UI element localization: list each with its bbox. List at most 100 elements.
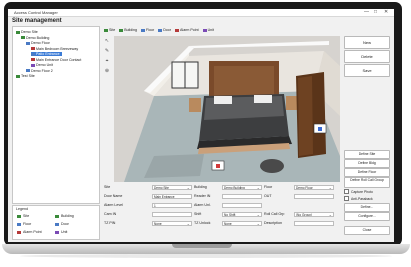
close-icon[interactable]: ✕ <box>384 9 388 15</box>
legend-item-label: Unit <box>61 230 68 234</box>
out-label: OUT <box>264 194 272 198</box>
window-titlebar: Access Control Manager — □ ✕ <box>8 9 394 17</box>
alarm-level-label: Alarm Level <box>104 203 123 207</box>
tz-pin-label: TZ PIN <box>104 221 116 225</box>
tree-item[interactable]: Demo Floor 2 <box>26 69 53 73</box>
tree-item-label: Test Site <box>21 74 35 78</box>
laptop-notch <box>172 244 232 248</box>
toolbar-item-icon <box>202 28 207 32</box>
legend-swatch-icon <box>17 230 21 234</box>
roll-call-select[interactable]: (No Group) <box>294 212 334 217</box>
shift-label: Shift <box>194 212 202 216</box>
define-roll-call-button[interactable]: Define Roll Call Group <box>344 177 390 188</box>
roll-call-label: Roll Call Grp <box>264 212 285 216</box>
alarm-level-input[interactable]: 1 <box>152 203 192 208</box>
out-input[interactable] <box>294 194 334 199</box>
tz-unlock-label: TZ Unlock <box>194 221 211 225</box>
tree-item-label: Main Bedroom Breezeway <box>36 46 79 51</box>
legend-item-label: Building <box>61 214 74 218</box>
tree-item-label: Demo Unit <box>36 63 53 67</box>
tree-node-icon <box>31 63 35 67</box>
tree-item[interactable]: Demo Site <box>16 30 38 34</box>
toolbar-item-label: Building <box>124 28 137 32</box>
toolbar-item-icon <box>175 28 179 32</box>
building-label: Building <box>194 185 207 189</box>
tree-item[interactable]: Demo Floor <box>26 41 50 45</box>
toolbar-button[interactable]: Door <box>158 28 171 32</box>
tree-node-icon <box>26 41 30 45</box>
door-properties-form: Site Demo Site Building Demo Building Fl… <box>102 185 340 239</box>
floor-select[interactable]: Demo Floor <box>294 185 334 190</box>
reader-in-input[interactable] <box>222 194 262 199</box>
cam-in-label: Cam IN <box>104 212 117 216</box>
edit-tool-icon[interactable]: ✎ <box>104 48 110 54</box>
window-title: Access Control Manager <box>14 10 58 15</box>
anti-passback-checkbox[interactable]: Anti-Passback <box>344 196 373 201</box>
tree-item[interactable]: Main Entrance Door Contact <box>31 58 81 62</box>
door-name-label: Door Name <box>104 194 123 198</box>
define-button[interactable]: Define... <box>344 203 390 212</box>
description-label: Description <box>264 221 282 225</box>
delete-button[interactable]: Delete <box>344 50 390 63</box>
save-button[interactable]: Save <box>344 64 390 77</box>
legend-swatch-icon <box>17 222 21 226</box>
legend-swatch-icon <box>55 214 59 218</box>
locate-tool-icon[interactable]: ⌖ <box>104 58 110 64</box>
tree-item-label: Demo Building <box>26 35 50 40</box>
toolbar-item-label: Door <box>163 28 171 32</box>
minimize-icon[interactable]: — <box>364 9 369 15</box>
legend-title: Legend <box>16 207 28 211</box>
toolbar-item-label: Floor <box>146 28 155 32</box>
alarm-unl-input[interactable] <box>222 203 262 208</box>
define-bldg-button[interactable]: Define Bldg <box>344 159 390 168</box>
description-input[interactable] <box>294 221 334 226</box>
shift-select[interactable]: No Shift <box>222 212 262 217</box>
toolbar-button[interactable]: Building <box>119 28 137 32</box>
close-button[interactable]: Close <box>344 226 390 235</box>
tree-node-icon <box>26 69 30 72</box>
toolbar-item-icon <box>141 28 145 32</box>
checkbox-box[interactable] <box>344 189 349 194</box>
maximize-icon[interactable]: □ <box>374 9 377 15</box>
legend-swatch-icon <box>55 230 59 234</box>
tree-item-label: Main Entrance Door Contact <box>36 57 82 62</box>
new-button[interactable]: New <box>344 36 390 49</box>
tree-item[interactable]: Demo Building <box>21 36 49 40</box>
tree-item[interactable]: Patio Entrance <box>31 52 62 56</box>
anti-passback-label: Anti-Passback <box>351 196 373 201</box>
reader-in-label: Reader IN <box>194 194 211 198</box>
floor-plan-image[interactable] <box>114 36 340 182</box>
legend-swatch-icon <box>55 222 59 226</box>
tree-node-icon <box>16 74 20 78</box>
toolbar-item-icon <box>104 28 108 32</box>
checkbox-box[interactable] <box>344 196 349 201</box>
pointer-tool-icon[interactable]: ↖ <box>104 38 110 44</box>
define-site-button[interactable]: Define Site <box>344 150 390 159</box>
toolbar-item-label: Alarm Point <box>180 28 199 32</box>
toolbar-button[interactable]: Floor <box>141 28 154 32</box>
capture-photo-checkbox[interactable]: Capture Photo <box>344 189 373 194</box>
tree-item[interactable]: Test Site <box>16 74 35 78</box>
tree-item[interactable]: Demo Unit <box>31 63 53 67</box>
configure-button[interactable]: Configure... <box>344 212 390 221</box>
site-select[interactable]: Demo Site <box>152 185 192 190</box>
add-tool-icon[interactable]: ⊕ <box>104 68 110 74</box>
legend-item: Site <box>17 214 29 218</box>
building-select[interactable]: Demo Building <box>222 185 262 190</box>
define-floor-button[interactable]: Define Floor <box>344 168 390 177</box>
tz-unlock-select[interactable]: None <box>222 221 262 226</box>
floor-label: Floor <box>264 185 273 189</box>
cam-in-input[interactable] <box>152 212 192 217</box>
floor-plan-render <box>114 36 340 182</box>
door-name-input[interactable]: Main Entrance <box>152 194 192 199</box>
legend-item-label: Alarm Point <box>23 230 42 234</box>
toolbar-button[interactable]: Unit <box>202 28 214 32</box>
tz-pin-select[interactable]: None <box>152 221 192 226</box>
laptop-shadow <box>20 254 392 258</box>
legend-swatch-icon <box>17 214 21 218</box>
legend-item: Alarm Point <box>17 230 42 234</box>
toolbar-button[interactable]: Alarm Point <box>175 28 199 32</box>
toolbar-button[interactable]: Site <box>104 28 115 32</box>
tree-node-icon <box>31 58 35 61</box>
tree-item[interactable]: Main Bedroom Breezeway <box>31 47 78 51</box>
